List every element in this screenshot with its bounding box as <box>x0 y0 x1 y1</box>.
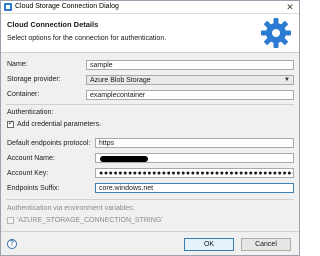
container-field[interactable]: examplecontainer <box>86 90 294 100</box>
title-bar: Cloud Storage Connection Dialog ✕ <box>1 1 299 14</box>
footer-separator <box>1 231 299 232</box>
endpoints-protocol-label: Default endpoints protocol: <box>7 140 91 147</box>
redacted-account-name <box>100 156 148 162</box>
cancel-button[interactable]: Cancel <box>241 238 291 251</box>
add-credentials-label[interactable]: Add credential parameters. <box>17 121 101 128</box>
close-icon[interactable]: ✕ <box>284 1 296 13</box>
chevron-down-icon: ▼ <box>284 77 290 83</box>
account-key-field[interactable]: ●●●●●●●●●●●●●●●●●●●●●●●●●●●●●●●●●●●●●●●●… <box>95 168 294 178</box>
name-field[interactable]: sample <box>86 60 294 70</box>
header-subtitle: Select options for the connection for au… <box>7 35 167 42</box>
dialog-header: Cloud Connection Details Select options … <box>1 14 299 53</box>
help-icon[interactable]: ? <box>7 239 17 249</box>
env-auth-section-label: Authentication via environment variables… <box>7 205 135 212</box>
ok-button[interactable]: OK <box>184 238 234 251</box>
env-var-checkbox[interactable] <box>7 217 14 224</box>
endpoints-suffix-field[interactable]: core.windows.net <box>95 183 294 193</box>
account-name-field[interactable] <box>95 153 294 163</box>
separator <box>6 104 294 105</box>
account-name-label: Account Name: <box>7 155 55 162</box>
dialog-window: Cloud Storage Connection Dialog ✕ Cloud … <box>0 0 300 256</box>
storage-provider-label: Storage provider: <box>7 76 61 83</box>
storage-provider-value: Azure Blob Storage <box>90 77 151 84</box>
header-title: Cloud Connection Details <box>7 20 99 29</box>
separator <box>6 199 294 200</box>
add-credentials-checkbox[interactable] <box>7 119 14 128</box>
app-icon <box>4 3 12 11</box>
authentication-section-label: Authentication: <box>7 109 54 116</box>
gear-icon <box>261 18 291 48</box>
account-key-label: Account Key: <box>7 170 49 177</box>
endpoints-protocol-field[interactable]: https <box>95 138 294 148</box>
name-label: Name: <box>7 61 28 68</box>
endpoints-suffix-label: Endpoints Suffix: <box>7 185 60 192</box>
storage-provider-select[interactable]: Azure Blob Storage ▼ <box>86 75 294 85</box>
container-label: Container: <box>7 91 40 98</box>
env-var-label[interactable]: 'AZURE_STORAGE_CONNECTION_STRING' <box>17 217 163 224</box>
window-title: Cloud Storage Connection Dialog <box>15 3 119 10</box>
